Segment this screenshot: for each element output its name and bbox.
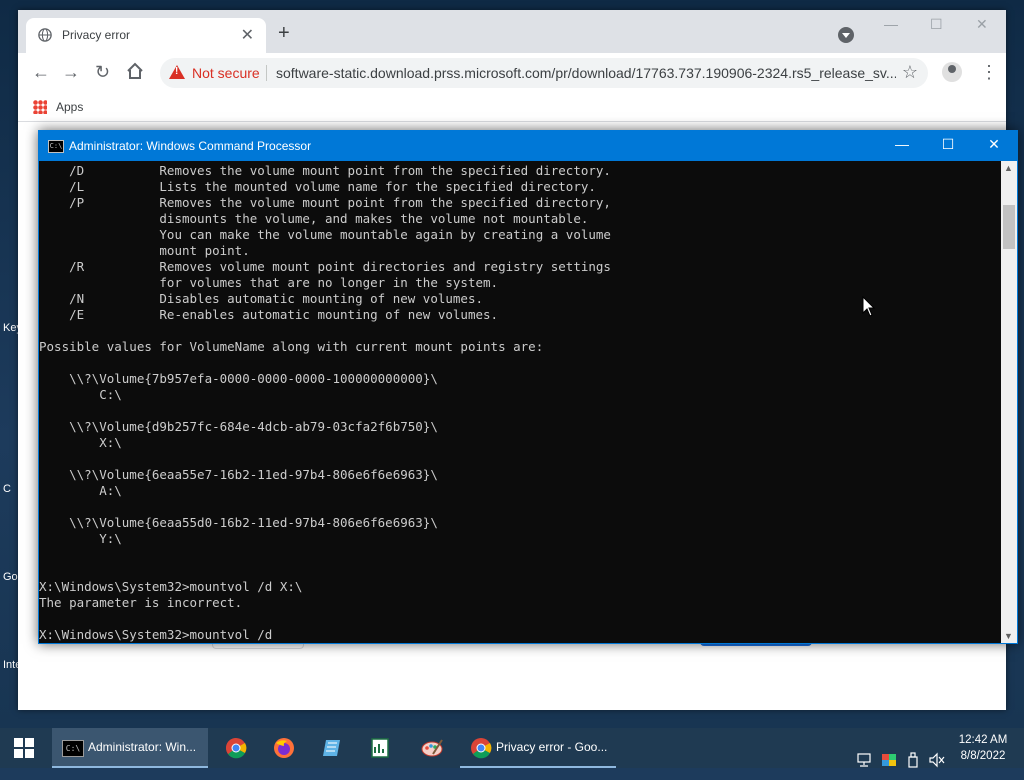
console-line: You can make the volume mountable again … bbox=[39, 227, 611, 242]
taskbar: C:\ Administrator: Win... Privacy error … bbox=[0, 728, 1024, 768]
taskbar-item-chrome[interactable] bbox=[214, 728, 258, 768]
chrome-icon bbox=[226, 738, 247, 759]
divider bbox=[266, 65, 267, 81]
desktop-icon-label[interactable]: C bbox=[3, 483, 11, 495]
desktop-icon-label[interactable]: Go bbox=[3, 571, 18, 583]
arrow-right-icon[interactable]: → bbox=[62, 62, 80, 82]
console-line: dismounts the volume, and makes the volu… bbox=[39, 211, 589, 226]
scroll-thumb[interactable] bbox=[1003, 205, 1015, 249]
url-text[interactable]: software-static.download.prss.microsoft.… bbox=[276, 65, 896, 81]
console-line: mount point. bbox=[39, 243, 250, 258]
console-line: /L Lists the mounted volume name for the… bbox=[39, 179, 596, 194]
tab-strip: Privacy error ✕ + — ☐ ✕ bbox=[18, 10, 1006, 53]
color-icon[interactable] bbox=[881, 740, 897, 780]
cmd-window: C:\ Administrator: Windows Command Proce… bbox=[38, 130, 1018, 644]
plus-icon[interactable]: + bbox=[278, 23, 290, 43]
taskbar-item-cmd[interactable]: C:\ Administrator: Win... bbox=[52, 728, 208, 768]
tab-title: Privacy error bbox=[62, 28, 131, 42]
console-line: X:\ bbox=[39, 435, 122, 450]
apps-grid-icon[interactable] bbox=[33, 100, 47, 114]
notepad-icon bbox=[323, 740, 340, 756]
chevron-down-icon[interactable] bbox=[838, 27, 854, 43]
console-line: /N Disables automatic mounting of new vo… bbox=[39, 291, 484, 306]
console-line: Possible values for VolumeName along wit… bbox=[39, 339, 544, 354]
console-line: /E Re-enables automatic mounting of new … bbox=[39, 307, 499, 322]
menu-kebab-icon[interactable]: ⋮ bbox=[980, 62, 998, 83]
minimize-icon[interactable]: — bbox=[884, 16, 898, 32]
address-bar[interactable]: Not secure software-static.download.prss… bbox=[160, 58, 928, 88]
console-line: C:\ bbox=[39, 387, 122, 402]
vertical-scrollbar[interactable]: ▲ ▼ bbox=[1001, 161, 1017, 643]
console-line: \\?\Volume{7b957efa-0000-0000-0000-10000… bbox=[39, 371, 438, 386]
taskbar-item-spreadsheet[interactable] bbox=[358, 728, 402, 768]
security-label[interactable]: Not secure bbox=[192, 65, 260, 81]
network-icon[interactable] bbox=[856, 740, 872, 780]
browser-toolbar: ← → ↻ Not secure software-static.downloa… bbox=[18, 53, 1006, 93]
globe-icon bbox=[38, 28, 52, 42]
console-line: /R Removes volume mount point directorie… bbox=[39, 259, 611, 274]
star-icon[interactable]: ☆ bbox=[902, 62, 918, 83]
arrow-left-icon[interactable]: ← bbox=[32, 62, 50, 82]
firefox-icon bbox=[274, 738, 294, 758]
taskbar-item-firefox[interactable] bbox=[262, 728, 306, 768]
close-icon[interactable]: ✕ bbox=[971, 136, 1017, 153]
console-line: \\?\Volume{6eaa55d0-16b2-11ed-97b4-806e6… bbox=[39, 515, 438, 530]
console-line: /D Removes the volume mount point from t… bbox=[39, 163, 611, 178]
taskbar-item-label: Privacy error - Goo... bbox=[496, 740, 608, 754]
spreadsheet-icon bbox=[371, 738, 389, 758]
console-line: The parameter is incorrect. bbox=[39, 595, 243, 610]
maximize-icon[interactable]: ☐ bbox=[925, 136, 971, 153]
scroll-up-icon[interactable]: ▲ bbox=[1004, 163, 1013, 173]
console-line: for volumes that are no longer in the sy… bbox=[39, 275, 499, 290]
taskbar-item-paint[interactable] bbox=[408, 728, 456, 768]
console-line: Y:\ bbox=[39, 531, 122, 546]
mouse-cursor-icon bbox=[862, 296, 876, 317]
maximize-icon[interactable]: ☐ bbox=[930, 16, 943, 33]
clock-date: 8/8/2022 bbox=[960, 750, 1006, 762]
console-line: A:\ bbox=[39, 483, 122, 498]
chrome-icon bbox=[471, 738, 492, 759]
console-line: \\?\Volume{6eaa55e7-16b2-11ed-97b4-806e6… bbox=[39, 467, 438, 482]
clock-time: 12:42 AM bbox=[958, 734, 1008, 746]
bookmarks-bar: Apps bbox=[18, 93, 1006, 122]
taskbar-item-label: Administrator: Win... bbox=[88, 740, 197, 754]
cmd-titlebar[interactable]: C:\ Administrator: Windows Command Proce… bbox=[39, 131, 1017, 161]
taskbar-item-chrome-window[interactable]: Privacy error - Goo... bbox=[460, 728, 616, 768]
close-icon[interactable]: ✕ bbox=[241, 25, 254, 45]
minimize-icon[interactable]: — bbox=[879, 136, 925, 152]
system-clock[interactable]: 12:42 AM 8/8/2022 bbox=[948, 732, 1018, 764]
profile-avatar-icon[interactable] bbox=[942, 62, 962, 82]
console-line: X:\Windows\System32>mountvol /d X:\ bbox=[39, 579, 303, 594]
volume-muted-icon[interactable] bbox=[928, 740, 946, 780]
usb-icon[interactable] bbox=[906, 740, 920, 780]
console-area[interactable]: /D Removes the volume mount point from t… bbox=[39, 161, 1001, 643]
scroll-down-icon[interactable]: ▼ bbox=[1004, 631, 1013, 641]
reload-icon[interactable]: ↻ bbox=[95, 62, 110, 82]
cmd-icon: C:\ bbox=[48, 140, 64, 153]
apps-bookmark[interactable]: Apps bbox=[56, 100, 83, 114]
warning-icon[interactable] bbox=[169, 65, 185, 79]
windows-logo-icon[interactable] bbox=[0, 728, 48, 768]
console-line: X:\Windows\System32>mountvol /d bbox=[39, 627, 273, 642]
home-icon[interactable] bbox=[126, 62, 144, 80]
close-icon[interactable]: ✕ bbox=[976, 16, 988, 33]
console-line: \\?\Volume{d9b257fc-684e-4dcb-ab79-03cfa… bbox=[39, 419, 438, 434]
paint-icon bbox=[421, 739, 443, 757]
tab-privacy-error[interactable]: Privacy error ✕ bbox=[26, 18, 266, 53]
cmd-title: Administrator: Windows Command Processor bbox=[69, 139, 312, 153]
console-output: /D Removes the volume mount point from t… bbox=[39, 163, 611, 643]
cmd-icon: C:\ bbox=[62, 740, 84, 757]
console-line: /P Removes the volume mount point from t… bbox=[39, 195, 611, 210]
taskbar-item-notepad[interactable] bbox=[310, 728, 354, 768]
